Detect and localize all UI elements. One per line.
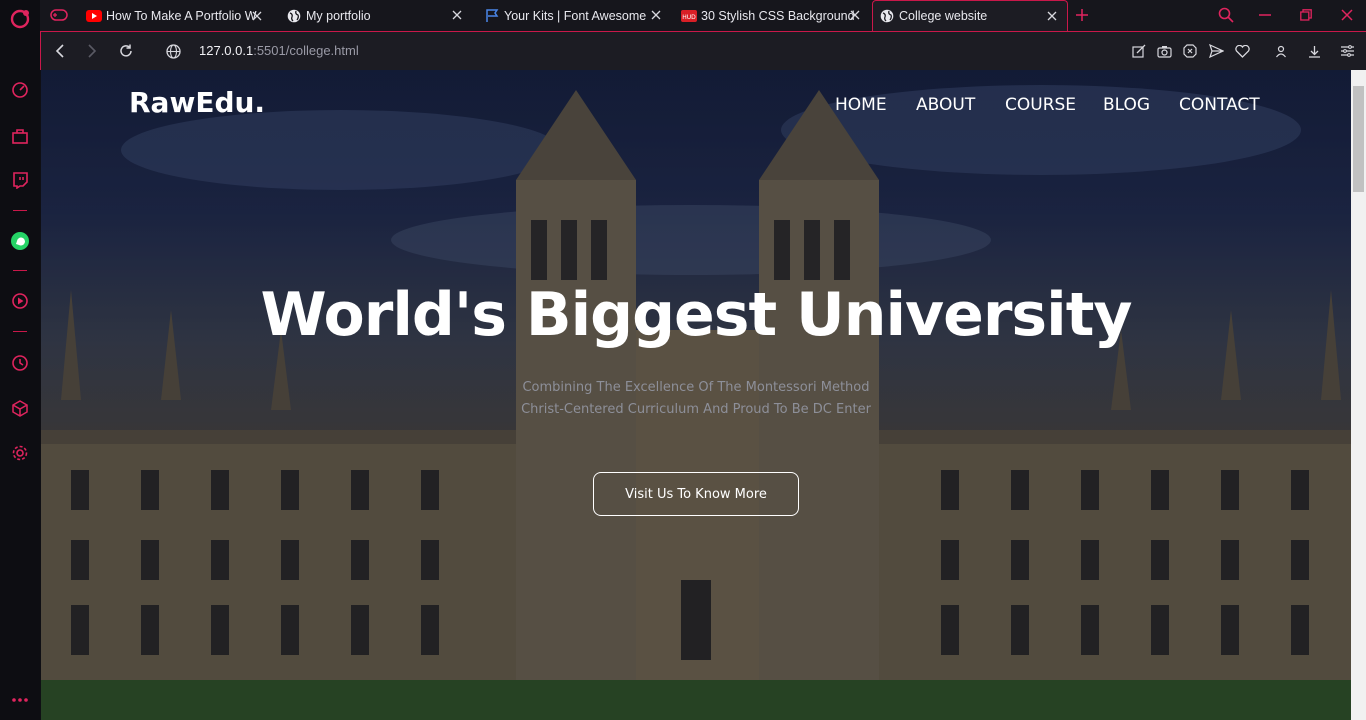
download-icon[interactable] <box>1306 43 1322 59</box>
tab-college-website[interactable]: College website <box>872 0 1068 31</box>
hero-subtitle-line-1: Combining The Excellence Of The Montesso… <box>522 380 870 395</box>
tab-strip: How To Make A Portfolio W My portfolio Y… <box>40 0 1366 31</box>
tab-label: My portfolio <box>306 8 371 23</box>
sidebar-separator <box>13 331 27 332</box>
tab-my-portfolio[interactable]: My portfolio <box>280 0 470 31</box>
ad-block-icon[interactable] <box>1182 43 1198 59</box>
scrollbar-thumb[interactable] <box>1353 86 1364 192</box>
new-tab-plus-icon[interactable] <box>1074 7 1090 23</box>
heart-bookmark-icon[interactable] <box>1234 43 1250 59</box>
easy-setup-menu-icon[interactable] <box>1339 43 1355 59</box>
nav-blog[interactable]: BLOG <box>1103 95 1150 115</box>
address-bar: 127.0.0.1:5501/college.html <box>40 31 1366 70</box>
opera-logo-icon[interactable] <box>8 7 32 31</box>
edit-share-icon[interactable] <box>1131 43 1147 59</box>
tab-youtube-portfolio[interactable]: How To Make A Portfolio W <box>80 0 276 31</box>
tab-label: 30 Stylish CSS Background <box>701 8 855 23</box>
hero-subtitle-line-2: Christ-Centered Curriculum And Proud To … <box>521 402 871 417</box>
tab-close-icon[interactable] <box>649 8 663 22</box>
browser-sidebar <box>0 0 40 720</box>
tab-search-icon[interactable] <box>1217 6 1235 24</box>
twitch-icon[interactable] <box>8 168 32 192</box>
tab-close-icon[interactable] <box>848 8 862 22</box>
tab-close-icon[interactable] <box>450 8 464 22</box>
minimize-icon[interactable] <box>1256 6 1274 24</box>
flag-icon <box>484 8 500 24</box>
back-arrow-icon[interactable] <box>51 42 69 60</box>
url-path: :5501/college.html <box>253 43 359 58</box>
settings-gear-icon[interactable] <box>8 441 32 465</box>
restore-icon[interactable] <box>1297 6 1315 24</box>
speed-dial-icon[interactable] <box>8 78 32 102</box>
extensions-cube-icon[interactable] <box>8 396 32 420</box>
gamepad-icon[interactable] <box>50 7 68 28</box>
page-viewport: RawEdu. HOME ABOUT COURSE BLOG CONTACT W… <box>41 70 1351 720</box>
history-clock-icon[interactable] <box>8 351 32 375</box>
close-window-icon[interactable] <box>1338 6 1356 24</box>
more-dots-icon[interactable] <box>8 688 32 712</box>
tab-close-icon[interactable] <box>252 8 266 22</box>
nav-course[interactable]: COURSE <box>1005 95 1076 115</box>
url-host: 127.0.0.1 <box>199 43 254 58</box>
globe-icon <box>286 8 302 24</box>
university-background-image <box>41 70 1351 720</box>
tab-font-awesome[interactable]: Your Kits | Font Awesome <box>478 0 668 31</box>
nav-about[interactable]: ABOUT <box>916 95 975 115</box>
forward-arrow-icon[interactable] <box>83 42 101 60</box>
site-logo[interactable]: RawEdu. <box>129 86 265 119</box>
reload-icon[interactable] <box>117 42 135 60</box>
nav-contact[interactable]: CONTACT <box>1179 95 1260 115</box>
sidebar-separator <box>13 270 27 271</box>
svg-text:HUD: HUD <box>682 14 696 21</box>
tab-close-icon[interactable] <box>1045 9 1059 23</box>
hud-icon: HUD <box>681 8 697 24</box>
profile-user-icon[interactable] <box>1273 43 1289 59</box>
nav-home[interactable]: HOME <box>835 95 887 115</box>
whatsapp-icon[interactable] <box>8 229 32 253</box>
visit-us-button[interactable]: Visit Us To Know More <box>593 472 799 516</box>
send-icon[interactable] <box>1208 43 1224 59</box>
globe-icon <box>879 8 895 24</box>
url-field[interactable]: 127.0.0.1:5501/college.html <box>199 43 359 58</box>
tab-label: How To Make A Portfolio W <box>106 8 257 23</box>
player-icon[interactable] <box>8 289 32 313</box>
shopping-icon[interactable] <box>8 124 32 148</box>
sidebar-separator <box>13 210 27 211</box>
youtube-icon <box>86 8 102 24</box>
tab-label: Your Kits | Font Awesome <box>504 8 647 23</box>
tab-css-backgrounds[interactable]: HUD 30 Stylish CSS Background <box>675 0 865 31</box>
camera-snapshot-icon[interactable] <box>1156 43 1172 59</box>
tab-label: College website <box>899 9 988 23</box>
hero-title: World's Biggest University <box>260 280 1133 350</box>
site-info-globe-icon[interactable] <box>164 42 182 60</box>
